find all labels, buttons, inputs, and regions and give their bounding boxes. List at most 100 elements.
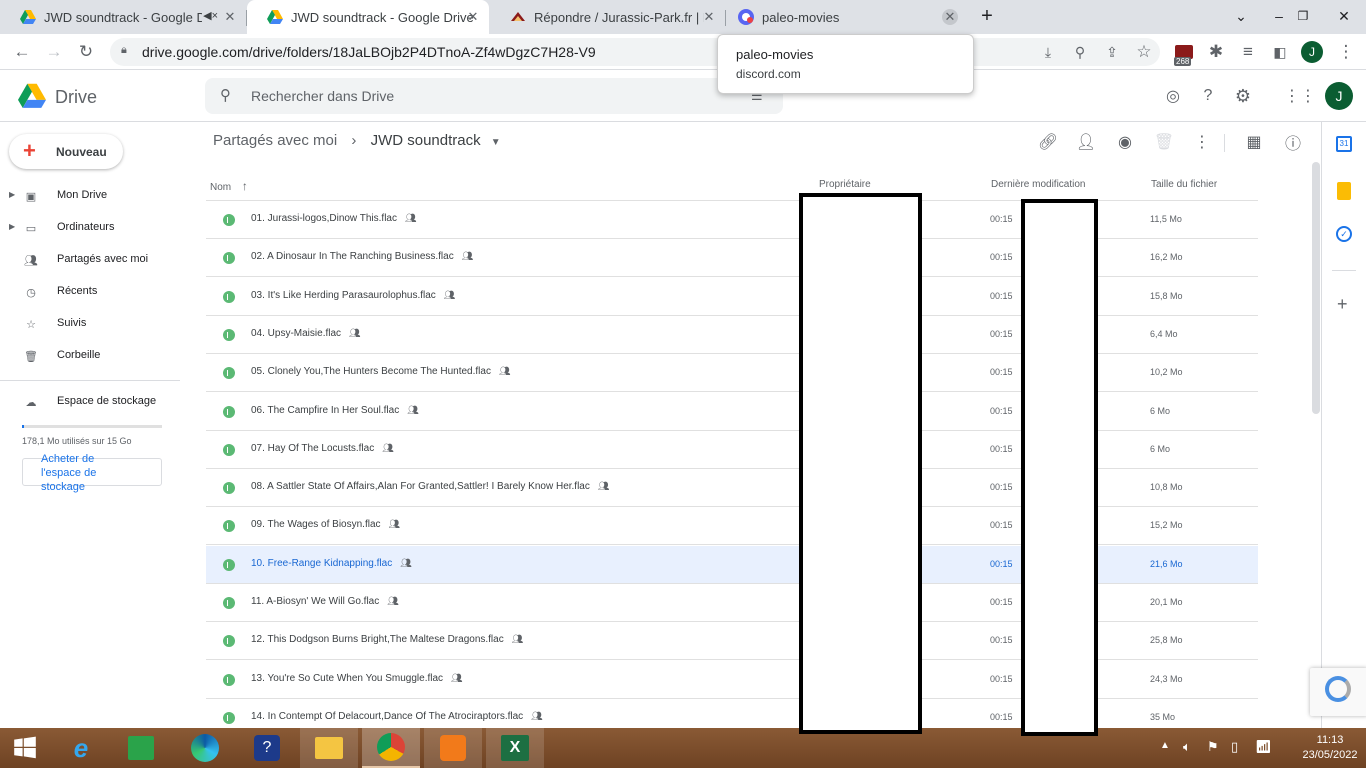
battery-icon[interactable]: ▯ bbox=[1231, 739, 1238, 755]
file-row[interactable]: 06. The Campfire In Her Soul.flac 👥︎ 00:15… bbox=[206, 393, 1258, 431]
expand-arrow-icon[interactable]: ▶ bbox=[9, 222, 15, 231]
link-icon[interactable]: 🔗︎ bbox=[1037, 131, 1059, 153]
sidebar-item-suivis[interactable]: ☆ Suivis bbox=[0, 312, 180, 336]
calendar-icon[interactable]: 31 bbox=[1336, 136, 1352, 152]
audio-file-icon bbox=[223, 252, 235, 265]
start-icon[interactable] bbox=[0, 728, 50, 768]
sidebar-item-mon-drive[interactable]: ▶ ▣ Mon Drive bbox=[0, 184, 180, 208]
file-row[interactable]: 07. Hay Of The Locusts.flac 👥︎ 00:15 6 Mo bbox=[206, 431, 1258, 469]
bookmark-star-icon[interactable]: ☆ bbox=[1132, 40, 1156, 64]
volume-icon[interactable]: 🔈︎ bbox=[1183, 739, 1191, 755]
install-icon[interactable]: ⤓ bbox=[1036, 40, 1060, 64]
close-tab-icon[interactable]: ✕ bbox=[465, 9, 481, 25]
flag-icon[interactable]: ⚑ bbox=[1207, 739, 1219, 755]
file-name-text: 13. You're So Cute When You Smuggle.flac bbox=[251, 672, 444, 684]
address-bar[interactable]: 🔒︎ drive.google.com/drive/folders/18JaLB… bbox=[110, 38, 1160, 66]
browser-tab-1[interactable]: JWD soundtrack - Google Drive ◀× ✕ bbox=[0, 0, 246, 34]
side-panel-icon[interactable]: ◧ bbox=[1268, 40, 1292, 64]
help-icon[interactable]: ? bbox=[238, 728, 296, 768]
share-icon[interactable]: ⇪ bbox=[1100, 40, 1124, 64]
add-addon-icon[interactable]: + bbox=[1337, 294, 1348, 315]
offline-ready-icon[interactable]: ◎ bbox=[1161, 84, 1185, 108]
caret-down-icon[interactable]: ▼ bbox=[491, 137, 501, 148]
explorer-icon[interactable] bbox=[300, 728, 358, 768]
search-icon[interactable]: ⚲ bbox=[220, 86, 231, 104]
excel-icon[interactable]: X bbox=[486, 728, 544, 768]
cloud-icon: ☁ bbox=[25, 396, 37, 409]
file-row[interactable]: 11. A-Biosyn' We Will Go.flac 👥︎ 00:15 20,1… bbox=[206, 584, 1258, 622]
search-bar[interactable]: ⚲ Rechercher dans Drive ☰ bbox=[205, 78, 783, 114]
tasks-icon[interactable]: ✓ bbox=[1336, 226, 1352, 242]
file-row[interactable]: 04. Upsy-Maisie.flac 👥︎ 00:15 6,4 Mo bbox=[206, 316, 1258, 354]
mute-icon[interactable]: ◀× bbox=[203, 9, 218, 22]
file-row[interactable]: 13. You're So Cute When You Smuggle.flac… bbox=[206, 661, 1258, 699]
media-control-icon[interactable]: ≡ bbox=[1236, 40, 1260, 64]
help-icon[interactable]: ? bbox=[1196, 84, 1220, 108]
browser-tab-4[interactable]: paleo-movies ✕ bbox=[726, 0, 966, 34]
info-icon[interactable]: ⓘ bbox=[1282, 131, 1304, 153]
close-window-button[interactable]: ✕ bbox=[1322, 0, 1366, 34]
column-header-modified[interactable]: Dernière modification bbox=[991, 179, 1086, 190]
browser-tab-3[interactable]: Répondre / Jurassic-Park.fr | Le Forum ✕ bbox=[490, 0, 725, 34]
sidebar-item-storage[interactable]: ☁ Espace de stockage bbox=[0, 390, 180, 414]
more-actions-icon[interactable]: ⋮ bbox=[1191, 131, 1213, 153]
edge-icon[interactable] bbox=[176, 728, 234, 768]
back-icon[interactable]: ← bbox=[10, 40, 34, 64]
reload-icon[interactable]: ↻ bbox=[74, 40, 98, 64]
extension-badge-icon[interactable]: 268 bbox=[1172, 40, 1196, 66]
close-tab-icon[interactable]: ✕ bbox=[701, 9, 717, 25]
menu-kebab-icon[interactable]: ⋮ bbox=[1334, 40, 1358, 64]
store-icon[interactable] bbox=[112, 728, 170, 768]
sidebar-item-récents[interactable]: ◷ Récents bbox=[0, 280, 180, 304]
vpn-icon[interactable] bbox=[424, 728, 482, 768]
settings-gear-icon[interactable]: ⚙ bbox=[1231, 84, 1255, 108]
grid-view-icon[interactable]: ▦ bbox=[1243, 131, 1265, 153]
close-tab-icon[interactable]: ✕ bbox=[222, 9, 238, 25]
file-row[interactable]: 05. Clonely You,The Hunters Become The H… bbox=[206, 354, 1258, 393]
sidebar-item-partagés-avec-moi[interactable]: 👥︎ Partagés avec moi bbox=[0, 248, 180, 272]
scrollbar-thumb[interactable] bbox=[1312, 162, 1320, 414]
column-header-name[interactable]: Nom ↑ bbox=[210, 179, 248, 193]
sidebar-item-corbeille[interactable]: 🗑︎ Corbeille bbox=[0, 344, 180, 368]
file-row[interactable]: 10. Free-Range Kidnapping.flac 👥︎ 00:15 21,… bbox=[206, 545, 1258, 584]
column-header-size[interactable]: Taille du fichier bbox=[1151, 179, 1217, 190]
tab-title: JWD soundtrack - Google Drive bbox=[291, 9, 474, 25]
maximize-button[interactable]: ❐ bbox=[1286, 0, 1320, 34]
chrome-icon[interactable] bbox=[362, 728, 420, 768]
file-row[interactable]: 08. A Sattler State Of Affairs,Alan For … bbox=[206, 469, 1258, 508]
account-avatar[interactable]: J bbox=[1325, 82, 1353, 110]
tray-chevron-icon[interactable]: ▲ bbox=[1160, 740, 1170, 751]
column-header-owner[interactable]: Propriétaire bbox=[819, 179, 871, 190]
file-row[interactable]: 09. The Wages of Biosyn.flac 👥︎ 00:15 15,2 … bbox=[206, 507, 1258, 546]
extensions-icon[interactable]: ✱ bbox=[1204, 40, 1228, 64]
file-row[interactable]: 01. Jurassi-logos,Dinow This.flac 👥︎ 00:15… bbox=[206, 201, 1258, 239]
file-row[interactable]: 12. This Dodgson Burns Bright,The Maltes… bbox=[206, 622, 1258, 661]
forward-icon[interactable]: → bbox=[42, 40, 66, 64]
sort-arrow-up-icon[interactable]: ↑ bbox=[242, 179, 248, 193]
apps-grid-icon[interactable]: ⋮⋮ bbox=[1284, 84, 1316, 108]
file-row[interactable]: 02. A Dinosaur In The Ranching Business.… bbox=[206, 239, 1258, 278]
drive-logo-icon[interactable] bbox=[17, 82, 47, 110]
ie-icon[interactable]: e bbox=[52, 728, 110, 768]
new-tab-button[interactable]: + bbox=[970, 0, 1004, 34]
preview-eye-icon[interactable]: ◉ bbox=[1114, 131, 1136, 153]
breadcrumb-parent[interactable]: Partagés avec moi bbox=[213, 132, 337, 149]
add-person-icon[interactable]: 👤︎ bbox=[1075, 131, 1097, 153]
clock[interactable]: 11:13 23/05/2022 bbox=[1300, 733, 1360, 763]
new-button[interactable]: + Nouveau bbox=[9, 134, 123, 169]
sidebar-item-ordinateurs[interactable]: ▶ ▭ Ordinateurs bbox=[0, 216, 180, 240]
delete-icon[interactable]: 🗑︎ bbox=[1153, 131, 1175, 153]
file-row[interactable]: 03. It's Like Herding Parasaurolophus.fl… bbox=[206, 278, 1258, 316]
keep-icon[interactable] bbox=[1337, 182, 1351, 200]
tab-search-icon[interactable]: ⌄ bbox=[1224, 0, 1258, 34]
network-icon[interactable]: 📶︎ bbox=[1255, 739, 1272, 755]
close-tab-icon[interactable]: ✕ bbox=[942, 9, 958, 25]
buy-storage-button[interactable]: Acheter de l'espace de stockage bbox=[22, 453, 162, 493]
profile-avatar[interactable]: J bbox=[1300, 40, 1324, 64]
browser-tab-2[interactable]: JWD soundtrack - Google Drive ✕ bbox=[247, 0, 489, 34]
zoom-icon[interactable]: ⚲ bbox=[1068, 40, 1092, 64]
expand-arrow-icon[interactable]: ▶ bbox=[9, 190, 15, 199]
google-drive-icon bbox=[267, 10, 283, 24]
shared-people-icon: 👥︎ bbox=[388, 519, 400, 530]
breadcrumb-current[interactable]: JWD soundtrack bbox=[371, 132, 481, 149]
